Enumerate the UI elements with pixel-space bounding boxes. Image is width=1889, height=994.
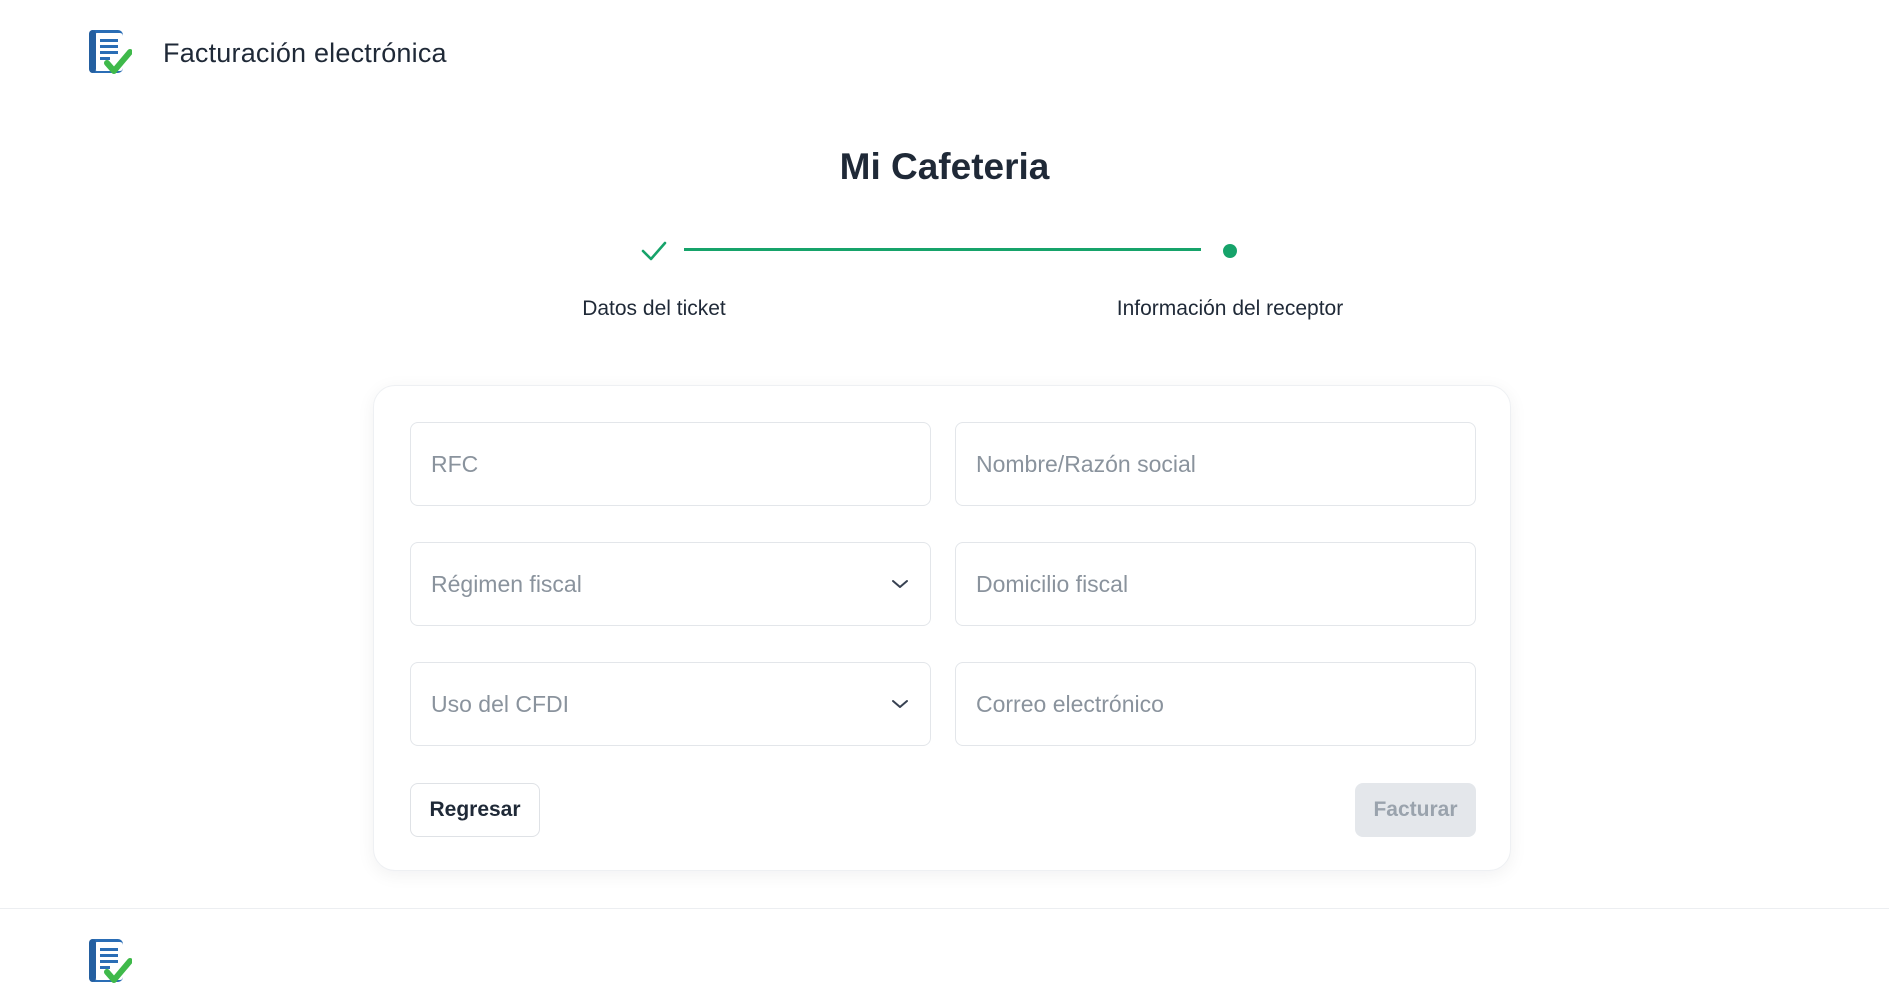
regimen-fiscal-placeholder: Régimen fiscal: [431, 570, 582, 597]
correo-electronico-input[interactable]: [956, 663, 1475, 745]
stepper-progress-line: [684, 248, 1201, 251]
step-label-info-receptor: Información del receptor: [1116, 297, 1344, 320]
rfc-input[interactable]: [411, 423, 930, 505]
nombre-razon-social-input[interactable]: [956, 423, 1475, 505]
check-icon: [641, 241, 667, 261]
footer-divider: [0, 908, 1889, 909]
facturar-button[interactable]: Facturar: [1355, 783, 1476, 837]
correo-field[interactable]: [955, 662, 1476, 746]
receptor-form-card: Régimen fiscal Uso del CFDI Regresar Fac…: [373, 385, 1511, 871]
chevron-down-icon[interactable]: [890, 578, 910, 590]
stepper: Datos del ticket Información del recepto…: [0, 0, 1889, 340]
uso-cfdi-select[interactable]: Uso del CFDI: [410, 662, 931, 746]
domicilio-field[interactable]: [955, 542, 1476, 626]
rfc-field[interactable]: [410, 422, 931, 506]
chevron-down-icon[interactable]: [890, 698, 910, 710]
regimen-fiscal-select[interactable]: Régimen fiscal: [410, 542, 931, 626]
uso-cfdi-placeholder: Uso del CFDI: [431, 690, 570, 717]
regresar-button[interactable]: Regresar: [410, 783, 540, 837]
nombre-field[interactable]: [955, 422, 1476, 506]
step-label-datos-ticket: Datos del ticket: [582, 297, 726, 320]
invoice-check-icon: [89, 939, 132, 983]
domicilio-fiscal-input[interactable]: [956, 543, 1475, 625]
current-step-dot: [1223, 244, 1237, 258]
